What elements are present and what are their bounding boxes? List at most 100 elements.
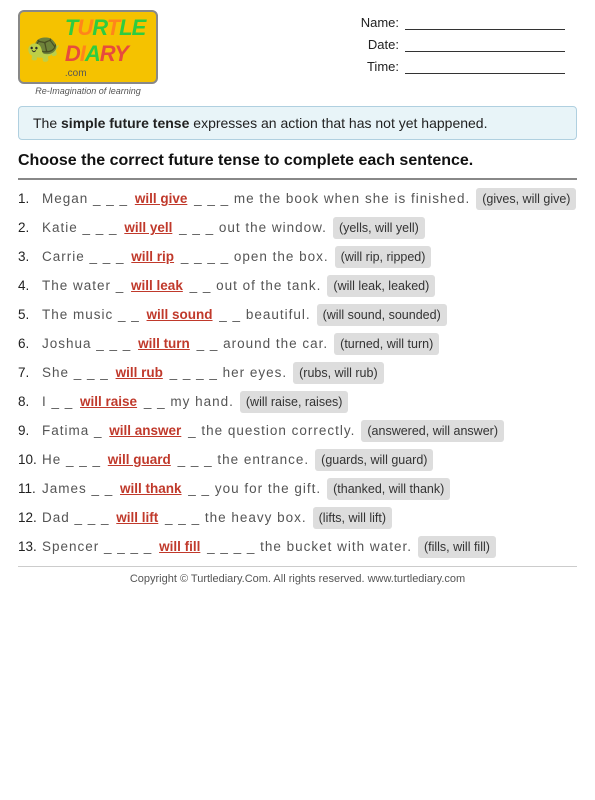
info-box: The simple future tense expresses an act…: [18, 106, 577, 140]
sentence-num: 10.: [18, 449, 40, 471]
sentence-num: 6.: [18, 333, 40, 355]
sentence-before: Dad _ _ _: [42, 507, 114, 529]
sentence-num: 7.: [18, 362, 40, 384]
sentence-item: 13.Spencer _ _ _ _ will fill _ _ _ _ the…: [18, 536, 577, 558]
sentence-after: _ _ _ the heavy box.: [160, 507, 306, 529]
page: 🐢 TURTLE DIARY .com Re-Imagination of le…: [0, 0, 595, 800]
logo-com: .com: [65, 68, 150, 79]
sentence-after: _ _ around the car.: [192, 333, 328, 355]
sentence-after: _ _ _ _ open the box.: [176, 246, 329, 268]
sentence-after: _ _ _ _ the bucket with water.: [202, 536, 412, 558]
sentence-options: (turned, will turn): [334, 333, 439, 355]
sentence-item: 5.The music _ _ will sound _ _ beautiful…: [18, 304, 577, 326]
sentence-before: Joshua _ _ _: [42, 333, 136, 355]
sentence-before: He _ _ _: [42, 449, 106, 471]
sentence-answer: will leak: [131, 275, 183, 297]
sentence-num: 2.: [18, 217, 40, 239]
logo-text: TURTLE DIARY: [65, 15, 150, 67]
instruction: Choose the correct future tense to compl…: [18, 152, 577, 170]
name-row: Name:: [357, 14, 577, 30]
sentence-after: _ _ _ me the book when she is finished.: [189, 188, 470, 210]
sentence-before: Megan _ _ _: [42, 188, 133, 210]
sentence-answer: will rip: [131, 246, 174, 268]
name-input-line: [405, 14, 565, 30]
sentence-num: 12.: [18, 507, 40, 529]
sentence-num: 9.: [18, 420, 40, 442]
sentence-item: 10.He _ _ _ will guard _ _ _ the entranc…: [18, 449, 577, 471]
sentence-num: 5.: [18, 304, 40, 326]
info-prefix: The: [33, 115, 61, 131]
time-input-line: [405, 58, 565, 74]
sentence-after: _ _ you for the gift.: [184, 478, 322, 500]
sentence-item: 6.Joshua _ _ _ will turn _ _ around the …: [18, 333, 577, 355]
sentence-answer: will give: [135, 188, 188, 210]
sentence-item: 3.Carrie _ _ _ will rip _ _ _ _ open the…: [18, 246, 577, 268]
sentence-answer: will answer: [109, 420, 181, 442]
info-suffix: expresses an action that has not yet hap…: [189, 115, 487, 131]
footer: Copyright © Turtlediary.Com. All rights …: [18, 566, 577, 585]
sentence-item: 1.Megan _ _ _ will give _ _ _ me the boo…: [18, 188, 577, 210]
sentence-after: _ _ _ out the window.: [174, 217, 327, 239]
sentence-before: Katie _ _ _: [42, 217, 122, 239]
sentence-num: 11.: [18, 478, 40, 500]
header: 🐢 TURTLE DIARY .com Re-Imagination of le…: [18, 10, 577, 96]
time-row: Time:: [357, 58, 577, 74]
sentence-answer: will sound: [147, 304, 213, 326]
time-label: Time:: [357, 59, 399, 74]
sentence-options: (rubs, will rub): [293, 362, 384, 384]
sentence-after: _ the question correctly.: [183, 420, 355, 442]
sentence-options: (gives, will give): [476, 188, 576, 210]
logo-area: 🐢 TURTLE DIARY .com Re-Imagination of le…: [18, 10, 158, 96]
sentence-item: 7.She _ _ _ will rub _ _ _ _ her eyes. (r…: [18, 362, 577, 384]
date-row: Date:: [357, 36, 577, 52]
sentence-num: 1.: [18, 188, 40, 210]
sentence-after: _ _ my hand.: [139, 391, 234, 413]
sentence-before: She _ _ _: [42, 362, 114, 384]
logo-box: 🐢 TURTLE DIARY .com: [18, 10, 158, 84]
sentence-item: 8.I _ _ will raise _ _ my hand. (will rai…: [18, 391, 577, 413]
name-fields: Name: Date: Time:: [357, 10, 577, 74]
sentence-item: 11.James _ _ will thank _ _ you for the …: [18, 478, 577, 500]
sentence-item: 4.The water _ will leak _ _ out of the t…: [18, 275, 577, 297]
sentence-after: _ _ _ the entrance.: [173, 449, 309, 471]
date-input-line: [405, 36, 565, 52]
sentence-options: (will leak, leaked): [327, 275, 435, 297]
sentence-before: Spencer _ _ _ _: [42, 536, 157, 558]
sentence-before: Carrie _ _ _: [42, 246, 129, 268]
sentence-before: The water _: [42, 275, 129, 297]
sentence-list: 1.Megan _ _ _ will give _ _ _ me the boo…: [18, 188, 577, 558]
sentence-before: Fatima _: [42, 420, 107, 442]
sentence-answer: will lift: [116, 507, 158, 529]
sentence-answer: will rub: [116, 362, 163, 384]
sentence-num: 8.: [18, 391, 40, 413]
sentence-item: 2.Katie _ _ _ will yell _ _ _ out the wi…: [18, 217, 577, 239]
sentence-after: _ _ beautiful.: [215, 304, 311, 326]
sentence-options: (yells, will yell): [333, 217, 425, 239]
sentence-after: _ _ _ _ her eyes.: [165, 362, 287, 384]
date-label: Date:: [357, 37, 399, 52]
sentence-answer: will fill: [159, 536, 200, 558]
sentence-options: (thanked, will thank): [327, 478, 450, 500]
logo-tagline: Re-Imagination of learning: [35, 86, 141, 96]
sentence-options: (fills, will fill): [418, 536, 496, 558]
sentence-options: (will raise, raises): [240, 391, 349, 413]
info-bold: simple future tense: [61, 115, 189, 131]
divider: [18, 178, 577, 180]
name-label: Name:: [357, 15, 399, 30]
sentence-before: I _ _: [42, 391, 78, 413]
sentence-options: (guards, will guard): [315, 449, 433, 471]
sentence-num: 4.: [18, 275, 40, 297]
sentence-options: (will sound, sounded): [317, 304, 447, 326]
sentence-item: 12.Dad _ _ _ will lift _ _ _ the heavy b…: [18, 507, 577, 529]
sentence-answer: will guard: [108, 449, 171, 471]
sentence-options: (will rip, ripped): [335, 246, 432, 268]
turtle-icon: 🐢: [26, 31, 61, 64]
sentence-before: The music _ _: [42, 304, 145, 326]
sentence-answer: will turn: [138, 333, 190, 355]
sentence-options: (answered, will answer): [361, 420, 504, 442]
sentence-answer: will thank: [120, 478, 182, 500]
sentence-options: (lifts, will lift): [313, 507, 392, 529]
sentence-answer: will raise: [80, 391, 137, 413]
sentence-before: James _ _: [42, 478, 118, 500]
sentence-answer: will yell: [124, 217, 172, 239]
